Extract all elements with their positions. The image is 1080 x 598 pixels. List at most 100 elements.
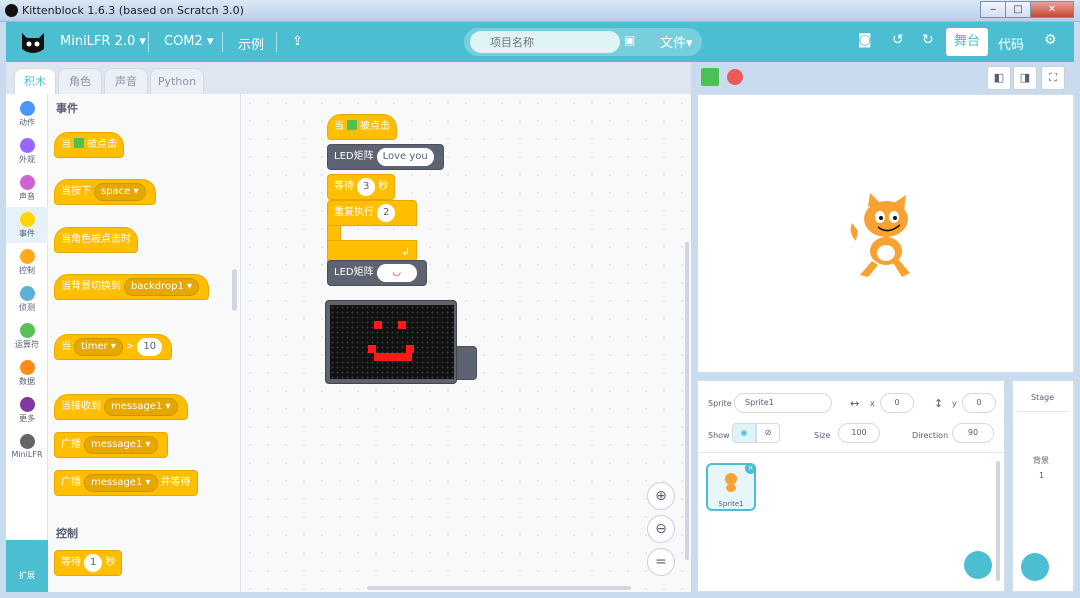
sprite-thumbnail[interactable]: × Sprite1: [706, 463, 756, 511]
backdrop-dropdown[interactable]: backdrop1 ▾: [124, 278, 200, 296]
message-dropdown[interactable]: message1 ▾: [84, 436, 158, 454]
led-pixel-row[interactable]: [374, 353, 412, 361]
led-text-input[interactable]: Love you: [376, 148, 434, 166]
category-sensing[interactable]: 侦测: [6, 281, 48, 317]
hide-eye-icon[interactable]: ⊘: [756, 423, 780, 443]
when-flag-clicked-block[interactable]: 当 被点击: [54, 132, 124, 158]
add-backdrop-button[interactable]: [1021, 553, 1049, 581]
stage-mode-button[interactable]: 舞台: [946, 28, 988, 56]
tab-sounds[interactable]: 声音: [104, 68, 148, 94]
zoom-reset-button[interactable]: =: [647, 548, 675, 576]
zoom-out-button[interactable]: ⊖: [647, 515, 675, 543]
camera-icon[interactable]: ◙: [858, 32, 872, 48]
tab-costumes[interactable]: 角色: [58, 68, 102, 94]
message-dropdown[interactable]: message1 ▾: [104, 398, 178, 416]
led-pixel[interactable]: [406, 345, 414, 353]
led-pixel[interactable]: [374, 321, 382, 329]
category-looks[interactable]: 外观: [6, 133, 48, 169]
category-minilfr[interactable]: MiniLFR: [6, 429, 48, 465]
close-button[interactable]: ✕: [1030, 1, 1074, 18]
category-sound[interactable]: 声音: [6, 170, 48, 206]
maximize-button[interactable]: □: [1005, 1, 1031, 18]
script-hat-block[interactable]: 当 被点击: [327, 114, 397, 140]
code-mode-button[interactable]: 代码: [998, 34, 1024, 53]
repeat-block[interactable]: 重复执行 2: [327, 200, 417, 226]
dropdown-value: space: [101, 186, 131, 197]
message-dropdown[interactable]: message1 ▾: [84, 474, 158, 492]
sprite-list-scrollbar[interactable]: [996, 461, 1000, 581]
x-input[interactable]: 0: [880, 393, 914, 413]
broadcast-block[interactable]: 广播 message1 ▾: [54, 432, 168, 458]
palette-scrollbar[interactable]: [232, 269, 237, 311]
wait-block[interactable]: 等待 3 秒: [327, 174, 396, 200]
port-menu[interactable]: COM2 ▾: [164, 34, 213, 49]
sensor-dropdown[interactable]: timer ▾: [74, 338, 123, 356]
fullscreen-icon[interactable]: ⛶: [1041, 66, 1065, 90]
led-pixel[interactable]: [368, 345, 376, 353]
category-events[interactable]: 事件: [6, 207, 48, 243]
workspace-horizontal-scrollbar[interactable]: [367, 586, 631, 590]
show-eye-icon[interactable]: ◉: [732, 423, 756, 443]
wait-input[interactable]: 3: [357, 178, 376, 196]
divider: [222, 32, 223, 52]
sprite-name-input[interactable]: Sprite1: [734, 393, 832, 413]
file-menu[interactable]: 文件▾: [660, 32, 693, 51]
led-matrix-grid[interactable]: [330, 305, 454, 379]
upload-icon[interactable]: ⇪: [292, 34, 303, 49]
when-key-pressed-block[interactable]: 当按下 space ▾: [54, 179, 156, 205]
category-operators[interactable]: 运算符: [6, 318, 48, 354]
seconds-input[interactable]: 1: [84, 554, 103, 572]
stage-canvas[interactable]: [697, 94, 1074, 373]
redo-icon[interactable]: ↻: [922, 32, 934, 48]
add-extension-button[interactable]: 扩展: [6, 540, 48, 592]
add-sprite-button[interactable]: [964, 551, 992, 579]
when-sprite-clicked-block[interactable]: 当角色被点击时: [54, 227, 138, 253]
minimize-button[interactable]: ‒: [980, 1, 1006, 18]
stage-selector[interactable]: Stage 背景 1: [1012, 380, 1074, 592]
gear-icon[interactable]: ⚙: [1044, 32, 1057, 48]
led-matrix-text-block[interactable]: LED矩阵 Love you: [327, 144, 444, 170]
workspace-vertical-scrollbar[interactable]: [685, 242, 689, 560]
category-control[interactable]: 控制: [6, 244, 48, 280]
stop-icon[interactable]: [727, 69, 743, 85]
tab-blocks[interactable]: 积木: [14, 68, 56, 94]
when-backdrop-switches-block[interactable]: 当背景切换到 backdrop1 ▾: [54, 274, 210, 300]
when-greater-than-block[interactable]: 当 timer ▾ >10: [54, 334, 173, 360]
wait-seconds-block[interactable]: 等待 1 秒: [54, 550, 123, 576]
green-flag-icon[interactable]: [701, 68, 719, 86]
led-pixel[interactable]: [398, 321, 406, 329]
examples-menu[interactable]: 示例: [238, 34, 264, 53]
large-stage-icon[interactable]: ◨: [1013, 66, 1037, 90]
control-dot-icon: [19, 249, 35, 264]
repeat-count-input[interactable]: 2: [377, 204, 396, 222]
category-more[interactable]: 更多: [6, 392, 48, 428]
key-dropdown[interactable]: space ▾: [94, 183, 146, 201]
when-receive-block[interactable]: 当接收到 message1 ▾: [54, 394, 188, 420]
y-input[interactable]: 0: [962, 393, 996, 413]
more-dot-icon: [19, 397, 35, 412]
led-matrix-editor-popup[interactable]: [325, 300, 457, 384]
broadcast-and-wait-block[interactable]: 广播 message1 ▾ 并等待: [54, 470, 198, 496]
extension-label: 扩展: [19, 571, 35, 580]
threshold-input[interactable]: 10: [137, 338, 163, 356]
block-text: 秒: [105, 557, 116, 568]
operators-dot-icon: [19, 323, 35, 338]
zoom-in-button[interactable]: ⊕: [647, 482, 675, 510]
undo-icon[interactable]: ↺: [892, 32, 904, 48]
project-name-input[interactable]: [470, 31, 620, 53]
block-text: 广播: [61, 477, 81, 488]
category-data[interactable]: 数据: [6, 355, 48, 391]
tab-python[interactable]: Python: [150, 68, 204, 94]
delete-sprite-icon[interactable]: ×: [745, 463, 756, 474]
save-icon[interactable]: ▣: [624, 33, 635, 47]
led-face-preview[interactable]: ◡: [376, 264, 417, 282]
block-text: 当角色被点击时: [61, 234, 131, 245]
category-motion[interactable]: 动作: [6, 96, 48, 132]
device-menu[interactable]: MiniLFR 2.0 ▾: [60, 34, 146, 49]
cat-sprite[interactable]: [846, 193, 926, 283]
size-input[interactable]: 100: [838, 423, 880, 443]
script-workspace[interactable]: 当被点击 LED矩阵 Love you 等待 3 秒 重复执行 2 ↲ LED矩阵 ◡ ⊕…: [241, 94, 691, 592]
led-matrix-image-block[interactable]: LED矩阵 ◡: [327, 260, 427, 286]
direction-input[interactable]: 90: [952, 423, 994, 443]
small-stage-icon[interactable]: ◧: [987, 66, 1011, 90]
